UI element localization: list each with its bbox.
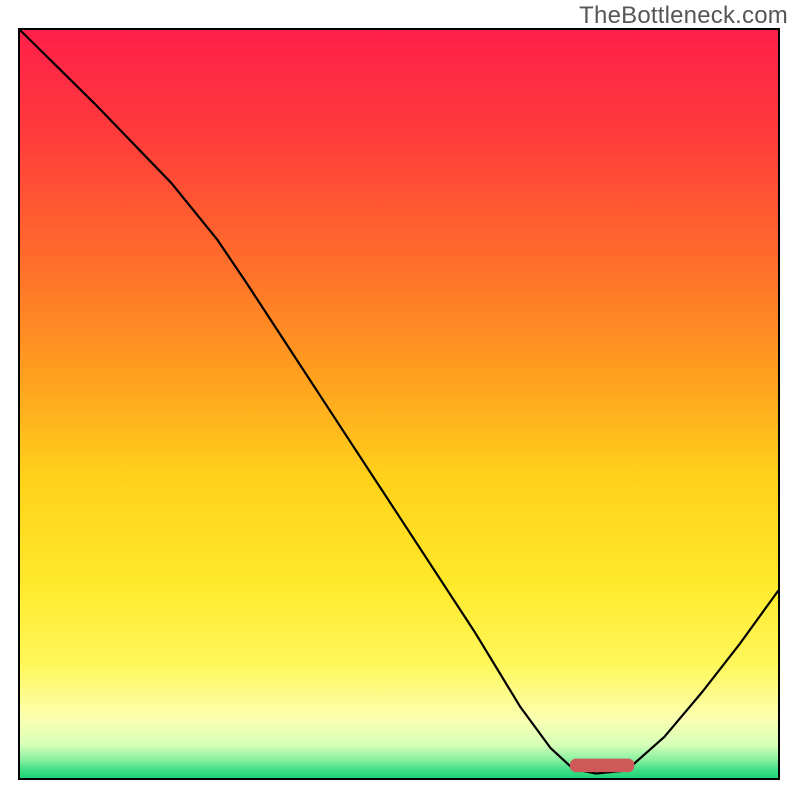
chart-svg xyxy=(20,30,778,778)
optimal-marker xyxy=(570,759,634,773)
source-watermark: TheBottleneck.com xyxy=(579,2,788,30)
plot-frame xyxy=(18,28,780,780)
chart-container: TheBottleneck.com xyxy=(0,0,800,800)
gradient-background xyxy=(20,30,778,778)
